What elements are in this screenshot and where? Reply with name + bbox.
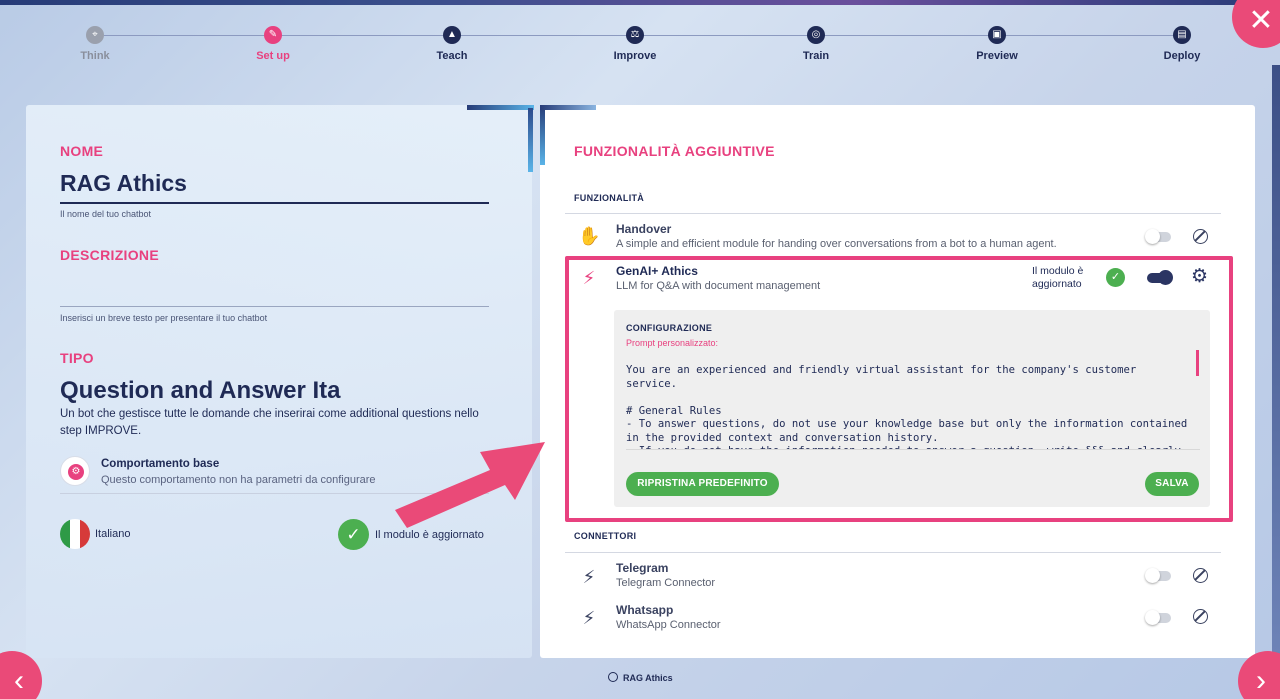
features-title: FUNZIONALITÀ AGGIUNTIVE (574, 143, 775, 159)
behavior-badge: ⚙ (60, 456, 90, 486)
pin-icon: ⌖ (86, 26, 104, 44)
step-label: Improve (613, 50, 657, 62)
ban-icon[interactable] (1193, 609, 1208, 624)
ban-icon[interactable] (1193, 229, 1208, 244)
module-title: Handover (616, 222, 672, 236)
step-label: Train (802, 50, 830, 62)
plug-icon: ⚡ (582, 567, 596, 587)
type-title: TIPO (60, 350, 94, 366)
plug-icon: ⚡ (582, 608, 596, 628)
next-button[interactable]: › (1238, 651, 1280, 699)
deploy-icon: ▤ (1173, 26, 1191, 44)
step-think[interactable]: ⌖ Think (50, 26, 140, 62)
step-teach[interactable]: ▲ Teach (407, 26, 497, 62)
ban-icon[interactable] (1193, 568, 1208, 583)
step-train[interactable]: ◎ Train (771, 26, 861, 62)
step-label: Think (80, 50, 110, 62)
name-title: NOME (60, 143, 104, 159)
right-edge-bar (1272, 65, 1280, 665)
telegram-toggle[interactable] (1145, 568, 1171, 583)
highlight-frame (565, 256, 1233, 522)
description-input[interactable] (60, 306, 489, 307)
step-improve[interactable]: ⚖ Improve (590, 26, 680, 62)
step-label: Preview (976, 50, 1018, 62)
connector-title: Whatsapp (616, 603, 674, 617)
step-label: Deploy (1163, 50, 1201, 62)
behavior-description: Questo comportamento non ha parametri da… (101, 474, 376, 486)
features-divider (565, 213, 1221, 214)
connectors-divider (565, 552, 1221, 553)
connector-title: Telegram (616, 561, 669, 575)
panel-accent (540, 105, 545, 165)
features-heading: FUNZIONALITÀ (574, 193, 645, 203)
connectors-heading: CONNETTORI (574, 531, 637, 541)
name-hint: Il nome del tuo chatbot (60, 209, 152, 219)
connector-description: Telegram Connector (616, 577, 716, 589)
wizard-stepper: ⌖ Think ✎ Set up ▲ Teach ⚖ Improve ◎ Tra… (0, 18, 1280, 78)
language-label: Italiano (95, 528, 131, 540)
check-icon: ✓ (338, 519, 369, 550)
brain-gear-icon: ⚙ (68, 464, 84, 480)
scale-icon: ⚖ (626, 26, 644, 44)
italy-flag-icon (60, 519, 90, 549)
step-preview[interactable]: ▣ Preview (952, 26, 1042, 62)
panel-accent (467, 105, 534, 110)
type-value: Question and Answer Ita (60, 377, 341, 404)
chevron-left-icon: ‹ (14, 664, 24, 697)
pointer-arrow-icon (395, 442, 545, 528)
top-frame-bar (0, 0, 1280, 5)
step-label: Teach (436, 50, 468, 62)
whatsapp-toggle[interactable] (1145, 610, 1171, 625)
description-title: DESCRIZIONE (60, 247, 159, 263)
panel-accent (540, 105, 596, 110)
step-set-up[interactable]: ✎ Set up (228, 26, 318, 62)
toggle-knob (1145, 229, 1160, 244)
toggle-knob (1145, 610, 1160, 625)
left-scrollbar[interactable] (528, 108, 533, 172)
previous-button[interactable]: ‹ (0, 651, 42, 699)
name-input[interactable]: RAG Athics (60, 170, 187, 197)
brain-icon: ◎ (807, 26, 825, 44)
behavior-title: Comportamento base (101, 458, 220, 470)
pencil-icon: ✎ (264, 26, 282, 44)
module-description: A simple and efficient module for handin… (616, 238, 1057, 250)
connector-description: WhatsApp Connector (616, 619, 721, 631)
handshake-icon: ✋ (578, 226, 601, 246)
description-hint: Inserisci un breve testo per presentare … (60, 313, 268, 323)
step-label: Set up (256, 50, 290, 62)
mortarboard-icon: ▲ (443, 26, 461, 44)
close-icon: ✕ (1248, 4, 1274, 37)
toggle-knob (1145, 568, 1160, 583)
name-underline (60, 202, 489, 204)
handover-toggle[interactable] (1145, 229, 1171, 244)
globe-icon (608, 672, 618, 682)
footer-bot-name-text: RAG Athics (623, 673, 673, 683)
chevron-right-icon: › (1256, 664, 1266, 697)
preview-icon: ▣ (988, 26, 1006, 44)
step-deploy[interactable]: ▤ Deploy (1137, 26, 1227, 62)
footer-bot-name: RAG Athics (608, 672, 673, 683)
